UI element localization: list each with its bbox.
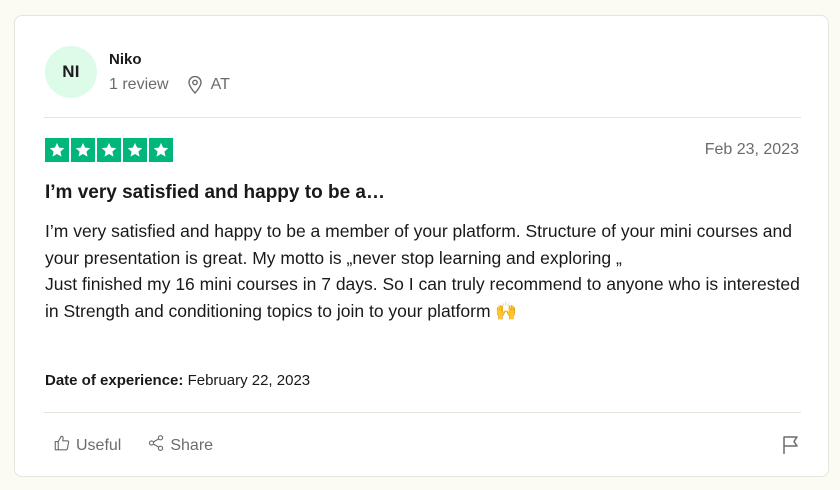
- star-icon: [97, 138, 121, 162]
- reviewer-meta: 1 review AT: [109, 75, 230, 95]
- useful-button[interactable]: Useful: [53, 434, 121, 457]
- review-paragraph: Just finished my 16 mini courses in 7 da…: [45, 274, 800, 321]
- date-of-experience: Date of experience: February 22, 2023: [45, 371, 310, 391]
- review-body: I’m very satisfied and happy to be a mem…: [45, 218, 805, 324]
- flag-button[interactable]: [782, 435, 800, 460]
- share-icon: [147, 434, 170, 457]
- thumbs-up-icon: [53, 434, 76, 457]
- footer-divider: [44, 412, 801, 413]
- share-button[interactable]: Share: [147, 434, 213, 457]
- experience-date: February 22, 2023: [187, 372, 311, 389]
- flag-icon: [782, 436, 800, 459]
- reviewer-country: AT: [210, 75, 230, 93]
- header-divider: [44, 117, 801, 118]
- review-actions: Useful Share: [53, 434, 239, 457]
- star-icon: [45, 138, 69, 162]
- share-label: Share: [170, 436, 214, 454]
- star-icon: [71, 138, 95, 162]
- reviewer-header: NI Niko 1 review AT: [45, 46, 230, 98]
- star-icon: [149, 138, 173, 162]
- star-icon: [123, 138, 147, 162]
- useful-label: Useful: [76, 436, 122, 454]
- reviewer-name[interactable]: Niko: [109, 50, 230, 70]
- reviewer-info: Niko 1 review AT: [109, 50, 230, 95]
- review-title[interactable]: I’m very satisfied and happy to be a…: [45, 181, 385, 205]
- avatar[interactable]: NI: [45, 46, 97, 98]
- experience-label: Date of experience:: [45, 372, 184, 389]
- review-paragraph: I’m very satisfied and happy to be a mem…: [45, 221, 793, 268]
- review-date: Feb 23, 2023: [704, 141, 799, 158]
- review-count: 1 review: [109, 75, 169, 93]
- star-rating: [45, 138, 173, 162]
- location-pin-icon: [187, 75, 203, 94]
- review-card: NI Niko 1 review AT Feb 23, 2023 I’m ver…: [14, 15, 829, 477]
